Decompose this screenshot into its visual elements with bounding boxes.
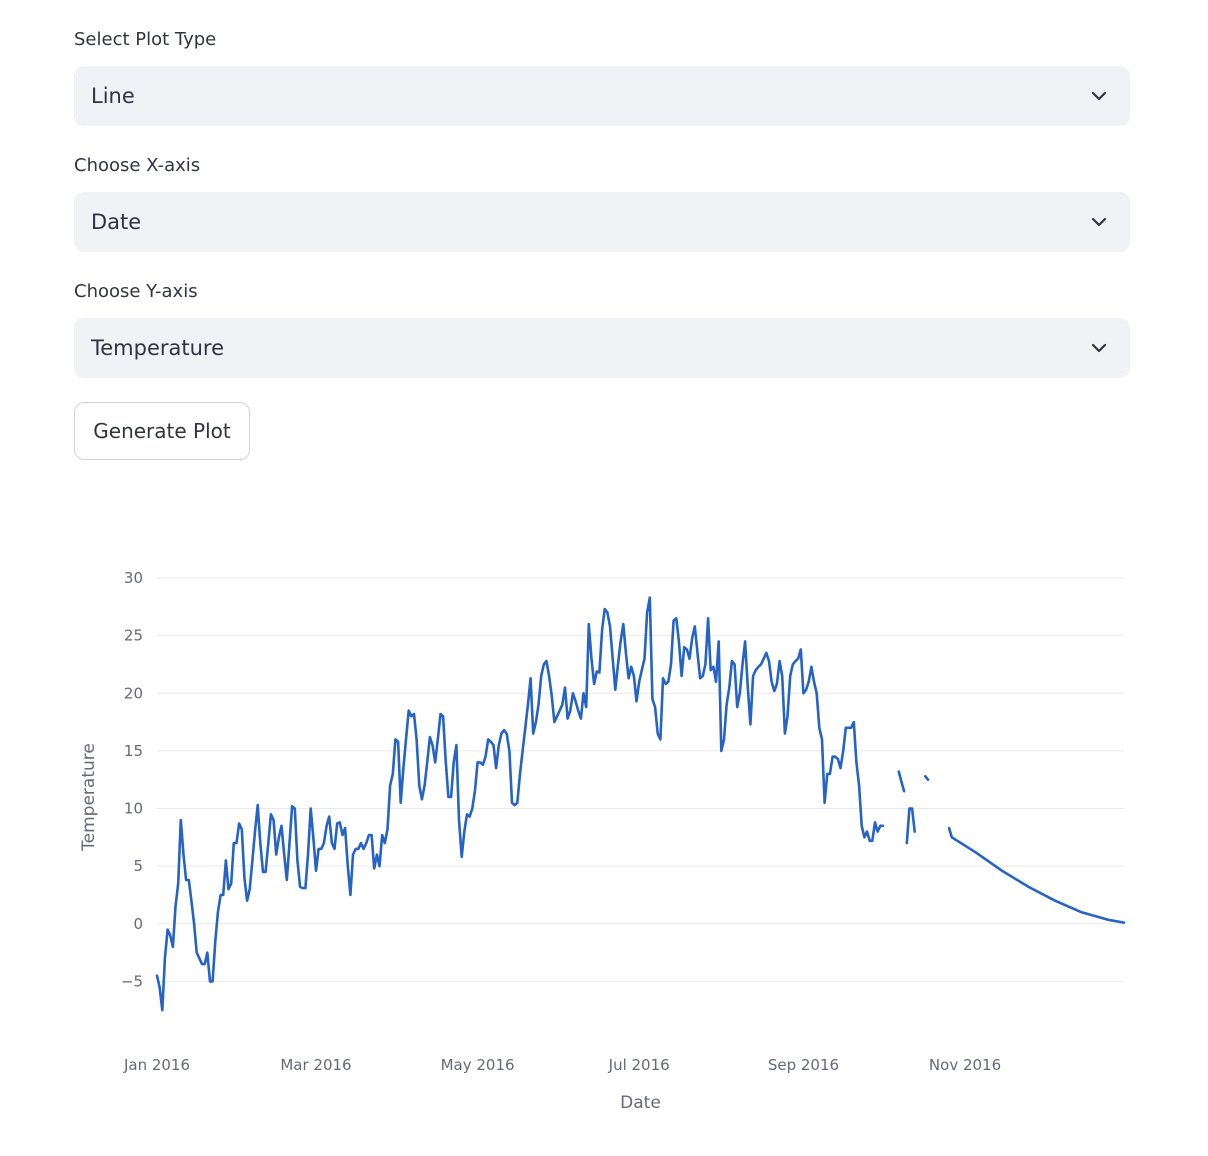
y-tick-label: 15 <box>124 742 143 760</box>
y-axis-ticks: −5 0 5 10 15 20 25 30 <box>121 569 143 990</box>
temperature-line-segment <box>947 826 1126 924</box>
x-tick-label: Jan 2016 <box>123 1056 190 1074</box>
generate-plot-button[interactable]: Generate Plot <box>74 402 250 460</box>
y-tick-label: 30 <box>124 569 143 587</box>
y-tick-label: −5 <box>121 972 143 990</box>
y-axis-value: Temperature <box>91 336 225 360</box>
x-tick-label: May 2016 <box>441 1056 515 1074</box>
chevron-down-icon <box>1091 217 1107 227</box>
chart-gridlines <box>157 577 1124 982</box>
y-axis-select[interactable]: Temperature <box>74 318 1130 378</box>
chevron-down-icon <box>1091 343 1107 353</box>
x-tick-label: Jul 2016 <box>608 1056 670 1074</box>
x-tick-label: Nov 2016 <box>929 1056 1001 1074</box>
y-tick-label: 5 <box>133 857 143 875</box>
y-tick-label: 10 <box>124 800 143 818</box>
chevron-down-icon <box>1091 91 1107 101</box>
y-tick-label: 0 <box>133 915 143 933</box>
y-tick-label: 20 <box>124 684 143 702</box>
x-axis-select[interactable]: Date <box>74 192 1130 252</box>
x-axis-title: Date <box>620 1093 661 1113</box>
plot-type-select[interactable]: Line <box>74 66 1130 126</box>
x-axis-ticks: Jan 2016 Mar 2016 May 2016 Jul 2016 Sep 2016… <box>123 1056 1001 1074</box>
temperature-line-segment <box>924 775 930 781</box>
temperature-line-segment <box>905 807 916 845</box>
chart-series <box>155 596 1126 1012</box>
x-axis-label: Choose X-axis <box>74 155 201 176</box>
temperature-line-segment <box>155 596 885 1012</box>
x-tick-label: Mar 2016 <box>280 1056 351 1074</box>
y-axis-label: Choose Y-axis <box>74 281 198 302</box>
temperature-line-chart: −5051015202530 Jan 2016 Mar 2016 May 2016 J… <box>79 569 1126 1113</box>
y-tick-label: 25 <box>124 627 143 645</box>
y-axis-title: Temperature <box>79 743 99 852</box>
x-tick-label: Sep 2016 <box>768 1056 839 1074</box>
plot-type-label: Select Plot Type <box>74 29 217 50</box>
temperature-line-segment <box>897 770 906 793</box>
plot-type-value: Line <box>91 84 135 108</box>
x-axis-value: Date <box>91 210 142 234</box>
